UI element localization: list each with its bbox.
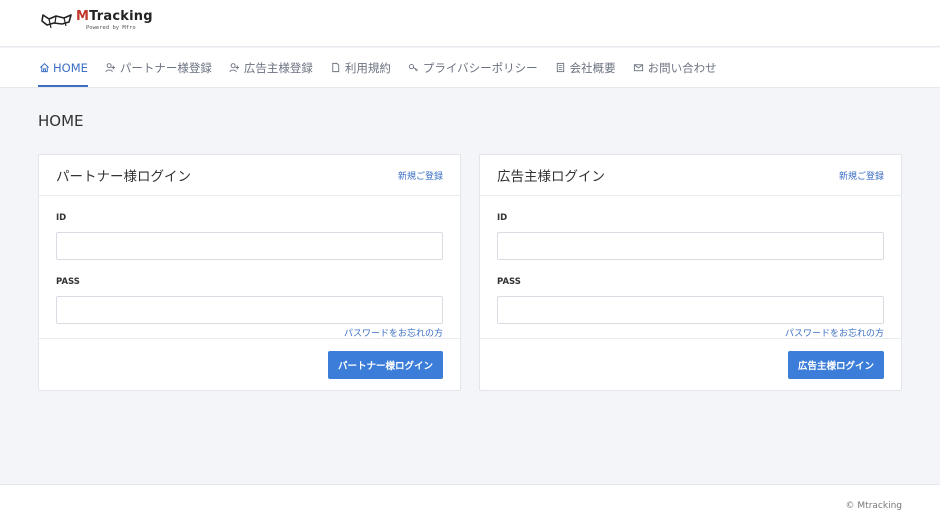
partner-pass-input[interactable] bbox=[56, 296, 443, 324]
partner-login-button[interactable]: パートナー様ログイン bbox=[327, 351, 443, 379]
nav-item-terms[interactable]: 利用規約 bbox=[330, 48, 391, 87]
logo[interactable]: MTracking Powered by Mfro bbox=[40, 9, 153, 32]
card-body: ID PASS パスワードをお忘れの方 bbox=[480, 196, 901, 339]
nav-item-partner-register[interactable]: パートナー様登録 bbox=[105, 48, 212, 87]
advertiser-signup-link[interactable]: 新規ご登録 bbox=[839, 169, 884, 182]
id-label: ID bbox=[56, 213, 67, 223]
partner-forgot-password-link[interactable]: パスワードをお忘れの方 bbox=[56, 326, 443, 339]
card-title: 広告主様ログイン bbox=[497, 169, 605, 185]
nav-item-privacy[interactable]: プライバシーポリシー bbox=[408, 48, 538, 87]
nav-item-home[interactable]: HOME bbox=[38, 48, 88, 87]
nav-item-contact[interactable]: お問い合わせ bbox=[633, 48, 717, 87]
page-footer: © Mtracking bbox=[0, 484, 940, 529]
logo-tagline: Powered by Mfro bbox=[86, 25, 136, 31]
nav-label: プライバシーポリシー bbox=[422, 60, 538, 75]
nav-label: HOME bbox=[53, 60, 88, 75]
advertiser-pass-input[interactable] bbox=[497, 296, 884, 324]
advertiser-forgot-password-link[interactable]: パスワードをお忘れの方 bbox=[497, 326, 884, 339]
nav-label: 広告主様登録 bbox=[243, 60, 313, 75]
main-nav: HOME パートナー様登録 広告主様登録 利用規約 プライバシーポリシー 会社概… bbox=[0, 48, 940, 88]
partner-id-input[interactable] bbox=[56, 232, 443, 260]
mail-icon bbox=[633, 62, 645, 74]
home-icon bbox=[38, 62, 50, 74]
logo-wordmark: MTracking bbox=[76, 9, 153, 24]
file-icon bbox=[330, 62, 342, 74]
nav-label: パートナー様登録 bbox=[119, 60, 212, 75]
nav-label: 会社概要 bbox=[569, 60, 616, 75]
nav-item-advertiser-register[interactable]: 広告主様登録 bbox=[229, 48, 313, 87]
advertiser-id-input[interactable] bbox=[497, 232, 884, 260]
top-bar: MTracking Powered by Mfro bbox=[0, 0, 940, 47]
card-header: 広告主様ログイン 新規ご登録 bbox=[480, 155, 901, 196]
nav-item-company[interactable]: 会社概要 bbox=[555, 48, 616, 87]
nav-label: お問い合わせ bbox=[647, 60, 717, 75]
logo-mark-icon bbox=[41, 14, 72, 29]
id-label: ID bbox=[497, 213, 508, 223]
card-header: パートナー様ログイン 新規ご登録 bbox=[39, 155, 460, 196]
key-icon bbox=[408, 62, 420, 74]
copyright-text: © Mtracking bbox=[845, 501, 902, 511]
card-body: ID PASS パスワードをお忘れの方 bbox=[39, 196, 460, 339]
document-icon bbox=[555, 62, 567, 74]
card-footer: パートナー様ログイン bbox=[39, 339, 460, 391]
partner-signup-link[interactable]: 新規ご登録 bbox=[398, 169, 443, 182]
page-title: HOME bbox=[38, 112, 84, 130]
user-plus-icon bbox=[105, 62, 117, 74]
pass-label: PASS bbox=[497, 277, 521, 287]
advertiser-login-card: 広告主様ログイン 新規ご登録 ID PASS パスワードをお忘れの方 広告主様ロ… bbox=[479, 154, 902, 391]
nav-label: 利用規約 bbox=[344, 60, 391, 75]
card-title: パートナー様ログイン bbox=[56, 169, 191, 185]
advertiser-login-button[interactable]: 広告主様ログイン bbox=[787, 351, 884, 379]
pass-label: PASS bbox=[56, 277, 80, 287]
card-footer: 広告主様ログイン bbox=[480, 339, 901, 391]
partner-login-card: パートナー様ログイン 新規ご登録 ID PASS パスワードをお忘れの方 パート… bbox=[38, 154, 461, 391]
user-plus-icon bbox=[229, 62, 241, 74]
